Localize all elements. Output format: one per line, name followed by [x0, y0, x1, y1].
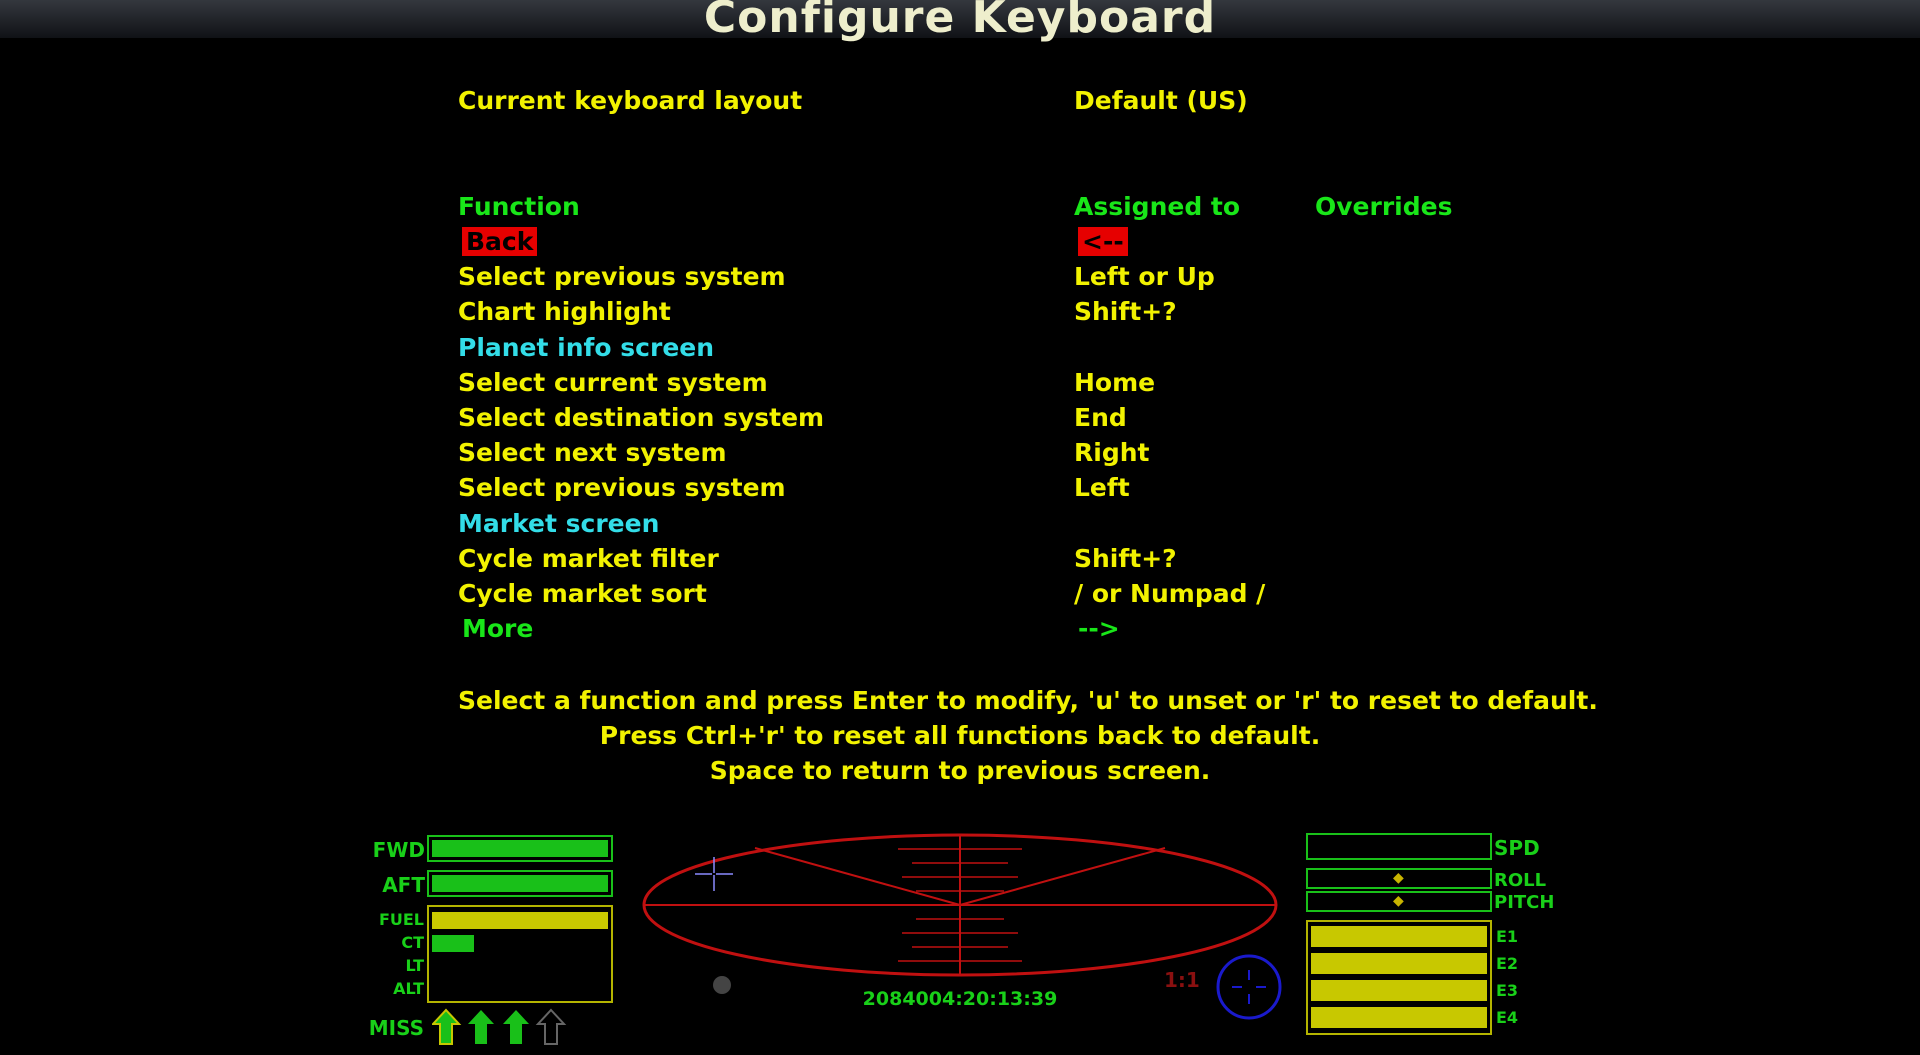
aft-shield-fill [432, 875, 608, 892]
function-row-key[interactable]: End [1074, 403, 1127, 433]
back-key[interactable]: <-- [1078, 227, 1128, 256]
energy-bank-fill [1311, 926, 1487, 947]
laser-temp-label: LT [405, 956, 424, 975]
function-row-label[interactable]: More [462, 614, 533, 644]
missile-icon [503, 1010, 529, 1044]
keyboard-layout-value[interactable]: Default (US) [1074, 86, 1248, 116]
instruction-modify: Select a function and press Enter to mod… [458, 686, 1598, 715]
function-row-label[interactable]: Cycle market filter [458, 544, 719, 574]
missiles-label: MISS [368, 1016, 424, 1040]
missile-icon [432, 1008, 462, 1045]
cabin-temp-label: CT [401, 933, 424, 952]
keyboard-layout-label: Current keyboard layout [458, 86, 803, 115]
altitude-label: ALT [393, 979, 424, 998]
energy-bank-label: E3 [1496, 981, 1519, 1000]
pitch-gauge: ◆ [1306, 891, 1492, 912]
function-row-key[interactable]: Shift+? [1074, 544, 1177, 574]
energy-bank-label: E2 [1496, 954, 1519, 973]
missile-icon [468, 1010, 494, 1044]
function-row-label[interactable]: Market screen [458, 509, 659, 539]
cabin-temp-fill [432, 935, 474, 952]
energy-bank-label: E4 [1496, 1008, 1519, 1027]
function-row-label[interactable]: Planet info screen [458, 333, 714, 363]
function-row-label[interactable]: Select current system [458, 368, 768, 398]
energy-bank-fill [1311, 953, 1487, 974]
pitch-indicator: ◆ [1393, 893, 1404, 909]
energy-bank-fill [1311, 1007, 1487, 1028]
fwd-shield-label: FWD [372, 838, 425, 862]
aft-shield-label: AFT [382, 873, 425, 897]
function-row-label[interactable]: Select destination system [458, 403, 824, 433]
title-bar: Configure Keyboard [0, 0, 1920, 43]
function-row-key[interactable]: Shift+? [1074, 297, 1177, 327]
status-gauge-panel [427, 905, 613, 1003]
scanner-target-cursor [695, 857, 733, 891]
scanner [642, 833, 1278, 977]
roll-label: ROLL [1494, 870, 1547, 891]
fuel-label: FUEL [378, 910, 424, 929]
aft-shield-gauge [427, 870, 613, 897]
column-header-function: Function [458, 192, 580, 221]
pitch-label: PITCH [1494, 892, 1555, 913]
energy-banks-panel [1306, 920, 1492, 1035]
scanner-zoom-ratio: 1:1 [1164, 968, 1200, 992]
function-row-key[interactable]: <-- [1078, 227, 1128, 257]
function-row-key[interactable]: --> [1078, 614, 1120, 644]
fwd-shield-fill [432, 840, 608, 857]
screen-title: Configure Keyboard [703, 0, 1217, 43]
compass [1216, 954, 1282, 1020]
function-row-label[interactable]: Select previous system [458, 262, 786, 292]
clock-readout: 2084004:20:13:39 [862, 988, 1058, 1010]
energy-bank-label: E1 [1496, 927, 1519, 946]
function-row-key[interactable]: Left [1074, 473, 1130, 503]
function-row-label[interactable]: Select next system [458, 438, 727, 468]
function-row-key[interactable]: Right [1074, 438, 1149, 468]
function-row-label[interactable]: Select previous system [458, 473, 786, 503]
back-option[interactable]: Back [462, 227, 538, 256]
roll-gauge: ◆ [1306, 868, 1492, 889]
function-row-key[interactable]: Left or Up [1074, 262, 1215, 292]
fuel-fill [432, 912, 608, 929]
function-row-label[interactable]: Cycle market sort [458, 579, 707, 609]
speed-label: SPD [1494, 836, 1540, 860]
column-header-assigned: Assigned to [1074, 192, 1241, 221]
instruction-reset-all: Press Ctrl+'r' to reset all functions ba… [599, 721, 1321, 750]
missile-icon [535, 1008, 567, 1045]
fwd-shield-gauge [427, 835, 613, 862]
instruction-return: Space to return to previous screen. [709, 756, 1211, 785]
speed-gauge [1306, 833, 1492, 860]
function-row-key[interactable]: / or Numpad / [1074, 579, 1265, 609]
missile-indicators [432, 1008, 567, 1045]
function-row-key[interactable]: Home [1074, 368, 1155, 398]
roll-indicator: ◆ [1393, 870, 1404, 886]
function-row-label[interactable]: Chart highlight [458, 297, 671, 327]
function-row-label[interactable]: Back [462, 227, 538, 257]
column-header-overrides: Overrides [1315, 192, 1453, 221]
energy-bank-fill [1311, 980, 1487, 1001]
camera-indicator [713, 976, 731, 994]
